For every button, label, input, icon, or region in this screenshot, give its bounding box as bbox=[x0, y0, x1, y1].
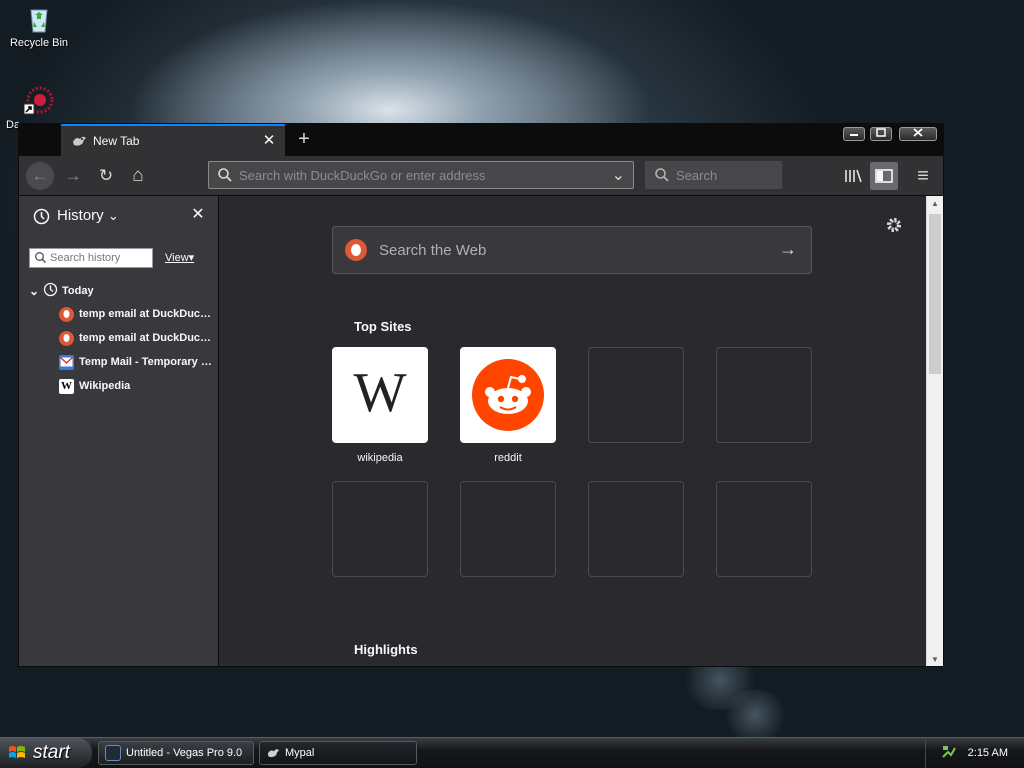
mail-icon bbox=[59, 354, 74, 370]
sidebar-header: History ⌄ ✕ bbox=[19, 196, 218, 236]
reload-button[interactable]: ↻ bbox=[92, 162, 120, 190]
taskbar-item-vegas-pro[interactable]: Untitled - Vegas Pro 9.0 bbox=[98, 741, 254, 765]
desktop-icon-label: Recycle Bin bbox=[9, 37, 69, 49]
history-item[interactable]: W Wikipedia bbox=[59, 377, 219, 395]
tab-title: New Tab bbox=[93, 134, 140, 148]
sidebar-title[interactable]: History ⌄ bbox=[57, 207, 119, 224]
history-item-label: Temp Mail - Temporary E... bbox=[79, 356, 215, 368]
clock[interactable]: 2:15 AM bbox=[968, 747, 1008, 759]
highlights-title: Highlights bbox=[354, 642, 418, 657]
duckduckgo-icon bbox=[345, 239, 367, 261]
top-site-tile-empty[interactable] bbox=[588, 347, 684, 443]
history-item[interactable]: Temp Mail - Temporary E... bbox=[59, 353, 219, 371]
gear-icon[interactable] bbox=[885, 216, 903, 239]
wikipedia-logo-icon: W bbox=[353, 362, 407, 424]
vegas-pro-icon bbox=[105, 745, 121, 761]
top-site-tile-empty[interactable] bbox=[716, 481, 812, 577]
history-item[interactable]: temp email at DuckDuck... bbox=[59, 305, 219, 323]
chevron-down-icon: ⌄ bbox=[107, 208, 119, 223]
tab-strip: New Tab ✕ + bbox=[19, 124, 943, 156]
url-input[interactable] bbox=[239, 162, 599, 188]
history-item-label: Wikipedia bbox=[79, 380, 131, 392]
view-menu-label: View bbox=[165, 252, 189, 264]
desktop-light-orb bbox=[720, 690, 790, 740]
web-search-placeholder: Search the Web bbox=[379, 242, 487, 259]
duckduckgo-icon bbox=[59, 306, 74, 322]
windows-flag-icon bbox=[8, 744, 26, 762]
history-item[interactable]: temp email at DuckDuck... bbox=[59, 329, 219, 347]
forward-button[interactable]: → bbox=[59, 162, 87, 190]
wikipedia-icon: W bbox=[59, 378, 74, 394]
top-site-tile-empty[interactable] bbox=[332, 481, 428, 577]
search-icon bbox=[34, 251, 47, 267]
reddit-logo-icon bbox=[472, 359, 544, 431]
back-button[interactable]: ← bbox=[26, 162, 54, 190]
twisty-open-icon[interactable]: ⌄ bbox=[29, 284, 43, 298]
view-menu-button[interactable]: View▾ bbox=[165, 251, 194, 264]
search-bar[interactable] bbox=[645, 161, 782, 189]
start-button[interactable]: start bbox=[0, 738, 92, 768]
history-group-today[interactable]: ⌄ Today bbox=[29, 282, 94, 300]
minimize-button[interactable] bbox=[843, 127, 865, 141]
top-site-tile-empty[interactable] bbox=[588, 481, 684, 577]
vertical-scrollbar[interactable]: ▲ ▼ bbox=[926, 196, 943, 666]
history-search-input[interactable] bbox=[50, 249, 150, 267]
search-icon bbox=[654, 167, 670, 186]
taskbar-item-mypal[interactable]: Mypal bbox=[259, 741, 417, 765]
web-search-box[interactable]: Search the Web → bbox=[332, 226, 812, 274]
taskbar-item-label: Mypal bbox=[285, 747, 315, 759]
scroll-up-arrow-icon[interactable]: ▲ bbox=[927, 197, 943, 211]
mypal-favicon-icon bbox=[71, 133, 87, 149]
browser-window: New Tab ✕ + ← → ↻ ⌂ ⌄ bbox=[18, 123, 944, 667]
sidebar-title-label: History bbox=[57, 207, 104, 224]
mypal-icon bbox=[266, 746, 280, 760]
search-input[interactable] bbox=[676, 162, 776, 188]
network-tray-icon[interactable] bbox=[941, 745, 956, 762]
search-icon bbox=[217, 167, 233, 186]
window-close-button[interactable] bbox=[899, 127, 937, 141]
top-site-tile-empty[interactable] bbox=[460, 481, 556, 577]
taskbar: start Untitled - Vegas Pro 9.0 Mypal 2:1… bbox=[0, 737, 1024, 768]
recycle-bin-icon bbox=[23, 2, 55, 34]
desktop-icon-recycle-bin[interactable]: Recycle Bin bbox=[4, 2, 74, 49]
new-tab-page: Search the Web → Top Sites W wikipedia r… bbox=[219, 196, 926, 666]
history-item-label: temp email at DuckDuck... bbox=[79, 308, 215, 320]
history-group-label: Today bbox=[62, 285, 94, 297]
scroll-down-arrow-icon[interactable]: ▼ bbox=[927, 653, 943, 666]
arrow-right-icon[interactable]: → bbox=[779, 239, 797, 260]
taskbar-item-label: Untitled - Vegas Pro 9.0 bbox=[126, 747, 243, 759]
top-site-tile-wikipedia[interactable]: W bbox=[332, 347, 428, 443]
top-site-label: reddit bbox=[494, 452, 522, 464]
chevron-down-icon[interactable]: ⌄ bbox=[612, 165, 625, 185]
top-site-tile-empty[interactable] bbox=[716, 347, 812, 443]
new-tab-button[interactable]: + bbox=[292, 128, 316, 152]
system-tray: 2:15 AM bbox=[925, 738, 1024, 768]
start-label: start bbox=[33, 742, 70, 763]
duckduckgo-icon bbox=[59, 330, 74, 346]
library-button[interactable] bbox=[839, 162, 867, 190]
top-sites-title: Top Sites bbox=[354, 319, 412, 334]
menu-button[interactable]: ≡ bbox=[909, 162, 937, 190]
home-button[interactable]: ⌂ bbox=[124, 162, 152, 190]
sidebar-toggle-button[interactable] bbox=[870, 162, 898, 190]
maximize-button[interactable] bbox=[870, 127, 892, 141]
scrollbar-thumb[interactable] bbox=[929, 214, 941, 374]
sidebar-close-icon[interactable]: ✕ bbox=[189, 206, 207, 224]
chevron-down-icon: ▾ bbox=[188, 252, 195, 264]
clock-icon bbox=[33, 208, 50, 228]
history-item-label: temp email at DuckDuck... bbox=[79, 332, 215, 344]
history-search-box[interactable] bbox=[29, 248, 153, 268]
top-site-label: wikipedia bbox=[357, 452, 403, 464]
tab-close-icon[interactable]: ✕ bbox=[261, 133, 277, 149]
top-site-tile-reddit[interactable] bbox=[460, 347, 556, 443]
navigation-toolbar: ← → ↻ ⌂ ⌄ ≡ bbox=[19, 156, 943, 196]
url-bar[interactable]: ⌄ bbox=[208, 161, 634, 189]
tab-new-tab[interactable]: New Tab ✕ bbox=[61, 124, 285, 156]
clock-icon bbox=[43, 282, 58, 300]
history-sidebar: History ⌄ ✕ View▾ ⌄ Today temp email at … bbox=[19, 196, 219, 666]
shortcut-red-icon bbox=[23, 84, 56, 116]
